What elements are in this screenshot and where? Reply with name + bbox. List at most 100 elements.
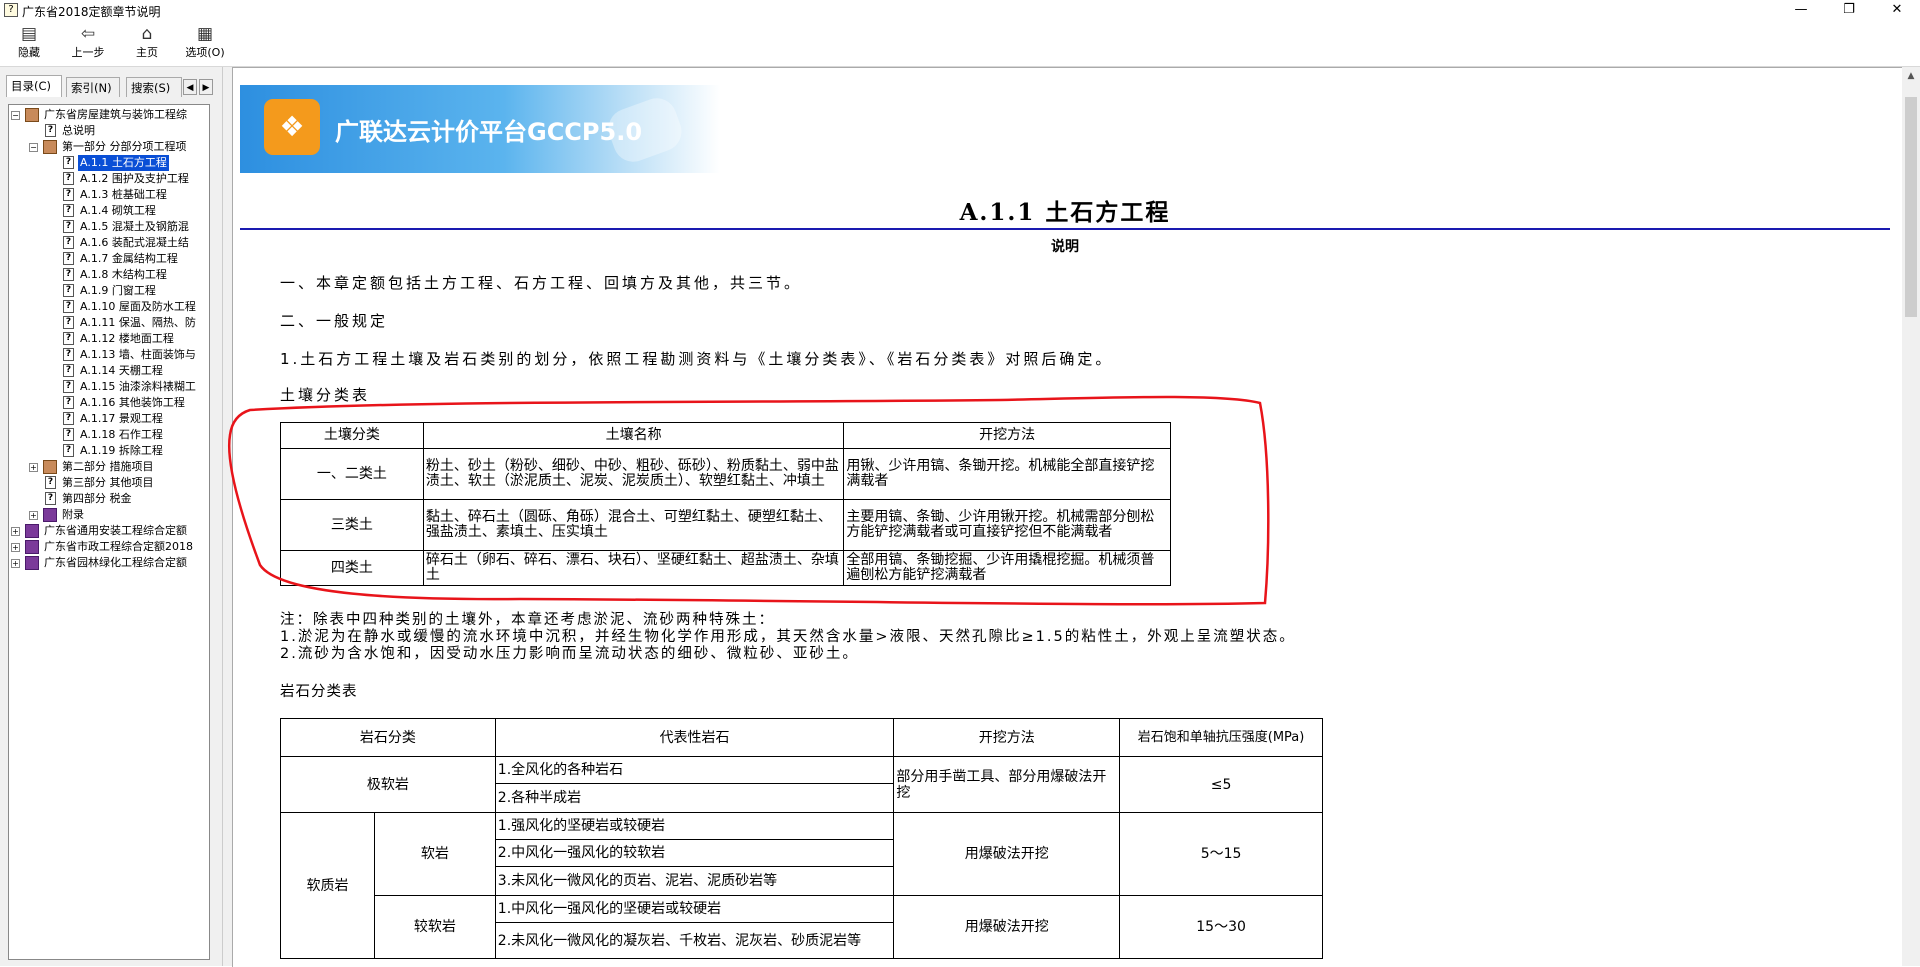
page-title: A.1.1 土石方工程	[959, 199, 1171, 226]
close-button[interactable]: ✕	[1874, 0, 1920, 22]
scrollbar-thumb[interactable]	[1905, 97, 1917, 317]
expand-icon[interactable]: +	[29, 511, 38, 520]
options-icon: ▦	[196, 24, 214, 44]
expand-icon[interactable]: +	[11, 543, 20, 552]
tree-item-label: 广东省通用安装工程综合定额	[44, 524, 187, 537]
tree-item-label: A.1.12 楼地面工程	[80, 332, 174, 345]
back-button[interactable]: ⇦ 上一步	[68, 24, 108, 64]
rock-header-rocks: 代表性岩石	[494, 718, 895, 757]
help-topic-icon: ?	[63, 204, 74, 217]
tree-item-label: 附录	[62, 508, 84, 521]
tree-item-label: A.1.8 木结构工程	[80, 268, 167, 281]
rock-strength-cell: ≤5	[1119, 756, 1323, 813]
paragraph-scope: 一、本章定额包括土方工程、石方工程、回填方及其他，共三节。	[280, 274, 803, 292]
rock-strength-cell: 5～15	[1119, 812, 1323, 896]
note-silt: 1.淤泥为在静水或缓慢的流水环境中沉积，并经生物化学作用形成，其天然含水量>液限…	[280, 629, 1296, 645]
banner-text: 广联达云计价平台GCCP5.0	[335, 118, 643, 146]
rock-type-cell: 1.强风化的坚硬岩或较硬岩	[494, 812, 895, 840]
expand-icon[interactable]: +	[29, 463, 38, 472]
soil-class-cell: 四类土	[280, 550, 424, 586]
minimize-button[interactable]: —	[1778, 0, 1824, 22]
cloud-decoration-icon	[602, 92, 688, 168]
help-topic-icon: ?	[63, 172, 74, 185]
tree-item-label: A.1.9 门窗工程	[80, 284, 156, 297]
expand-icon[interactable]: +	[11, 559, 20, 568]
tab-search[interactable]: 搜索(S)	[126, 77, 182, 97]
maximize-button[interactable]: ❐	[1826, 0, 1872, 22]
soil-class-cell: 三类土	[280, 499, 424, 551]
soil-method-cell: 全部用镐、条锄挖掘、少许用撬棍挖掘。机械须普遍刨松方能铲挖满载者	[843, 550, 1171, 586]
tree-item-label: A.1.1 土石方工程	[78, 155, 169, 171]
help-topic-icon: ?	[63, 156, 74, 169]
home-button[interactable]: ⌂ 主页	[130, 24, 164, 64]
tree-item-label: 第二部分 措施项目	[62, 460, 154, 473]
tab-scroll-right-icon[interactable]: ▶	[199, 79, 213, 95]
rock-strength-cell: 15～30	[1119, 895, 1323, 959]
table-row: 较软岩 1.中风化一强风化的坚硬岩或较硬岩 用爆破法开挖 15～30	[281, 895, 1323, 959]
scroll-up-icon[interactable]: ▲	[1902, 67, 1920, 85]
rock-type-cell: 2.中风化一强风化的较软岩	[494, 839, 895, 867]
help-topic-icon: ?	[63, 252, 74, 265]
home-label: 主页	[136, 46, 158, 59]
tree-item-label: A.1.18 石作工程	[80, 428, 163, 441]
help-topic-icon: ?	[63, 444, 74, 457]
options-button[interactable]: ▦ 选项(O)	[182, 24, 228, 64]
tree-item-label: A.1.15 油漆涂料裱糊工	[80, 380, 196, 393]
glodon-logo-icon: ❖	[264, 99, 320, 155]
soil-method-cell: 主要用镐、条锄、少许用锹开挖。机械需部分刨松方能铲挖满载者或可直接铲挖但不能满载…	[843, 499, 1171, 551]
hide-pane-icon: ▤	[20, 24, 38, 44]
soil-header-name: 土壤名称	[422, 422, 845, 449]
tree-item-label: A.1.3 桩基础工程	[80, 188, 167, 201]
soil-table-caption: 土壤分类表	[280, 386, 371, 404]
tree-item-label: A.1.13 墙、柱面装饰与	[80, 348, 196, 361]
help-topic-icon: ?	[63, 396, 74, 409]
help-topic-icon: ?	[63, 300, 74, 313]
title-bar: ? 广东省2018定额章节说明 — ❐ ✕	[0, 0, 1920, 22]
rock-type-cell: 2.各种半成岩	[494, 783, 895, 813]
closed-book-icon	[43, 508, 57, 522]
help-topic-icon: ?	[63, 348, 74, 361]
paragraph-general: 二、一般规定	[280, 312, 389, 330]
soil-classification-table: 土壤分类 土壤名称 开挖方法 一、二类土 粉土、砂土（粉砂、细砂、中砂、粗砂、砾…	[280, 422, 1171, 586]
tree-item-label: 广东省市政工程综合定额2018	[44, 540, 193, 553]
table-row: 软质岩 软岩 1.强风化的坚硬岩或较硬岩 用爆破法开挖 5～15	[280, 812, 1323, 959]
collapse-icon[interactable]: −	[29, 143, 38, 152]
home-icon: ⌂	[141, 24, 153, 44]
hide-button[interactable]: ▤ 隐藏	[12, 24, 46, 64]
rock-classification-table: 岩石分类 代表性岩石 开挖方法 岩石饱和单轴抗压强度(MPa) 极软岩 1.全风…	[280, 718, 1323, 959]
note-quicksand: 2.流砂为含水饱和，因受动水压力影响而呈流动状态的细砂、微粒砂、亚砂土。	[280, 646, 859, 662]
expand-icon[interactable]: +	[11, 527, 20, 536]
tab-scroll-left-icon[interactable]: ◀	[183, 79, 197, 95]
rock-header-class: 岩石分类	[280, 718, 496, 757]
collapse-icon[interactable]: −	[11, 111, 20, 120]
title-divider	[240, 228, 1890, 230]
open-book-icon	[43, 460, 57, 474]
closed-book-icon	[25, 540, 39, 554]
contents-tree[interactable]: − 广东省房屋建筑与装饰工程综? 总说明 − 第一部分 分部分项工程项? A.1.1 土石…	[8, 104, 210, 960]
help-topic-icon: ?	[63, 412, 74, 425]
tree-item-label: A.1.7 金属结构工程	[80, 252, 178, 265]
tree-item-label: A.1.2 围护及支护工程	[80, 172, 189, 185]
tree-item-label: A.1.4 砌筑工程	[80, 204, 156, 217]
tree-item-label: 第四部分 税金	[62, 492, 132, 505]
rock-table-caption: 岩石分类表	[280, 684, 358, 700]
rock-header-strength: 岩石饱和单轴抗压强度(MPa)	[1119, 718, 1323, 757]
tree-item-label: A.1.5 混凝土及钢筋混	[80, 220, 189, 233]
tree-item-label: A.1.10 屋面及防水工程	[80, 300, 196, 313]
soil-header-class: 土壤分类	[280, 422, 424, 449]
table-row: 四类土 碎石土（卵石、碎石、漂石、块石）、坚硬红黏土、超盐渍土、杂填土 全部用镐…	[280, 550, 1171, 586]
tree-item-label: A.1.14 天棚工程	[80, 364, 163, 377]
help-topic-icon: ?	[63, 364, 74, 377]
tab-index[interactable]: 索引(N)	[66, 77, 120, 97]
product-banner: ❖ 广联达云计价平台GCCP5.0	[240, 85, 720, 173]
navigation-pane: 目录(C) 索引(N) 搜索(S) ◀ ▶ − 广东省房屋建筑与装饰工程综? 总说明…	[0, 67, 222, 966]
options-label: 选项(O)	[185, 46, 225, 59]
paragraph-classification: 1.土石方工程土壤及岩石类别的划分，依照工程勘测资料与《土壤分类表》、《岩石分类…	[280, 350, 1114, 368]
soil-name-cell: 碎石土（卵石、碎石、漂石、块石）、坚硬红黏土、超盐渍土、杂填土	[422, 550, 845, 586]
vertical-scrollbar[interactable]: ▲	[1902, 67, 1920, 966]
table-row: 三类土 黏土、碎石土（圆砾、角砾）混合土、可塑红黏土、硬塑红黏土、强盐渍土、素填…	[280, 499, 1171, 551]
rock-class-cell: 软岩	[373, 812, 496, 896]
rock-class-cell: 极软岩	[280, 756, 496, 813]
tab-contents[interactable]: 目录(C)	[6, 75, 62, 97]
tree-item-label: A.1.6 装配式混凝土结	[80, 236, 189, 249]
